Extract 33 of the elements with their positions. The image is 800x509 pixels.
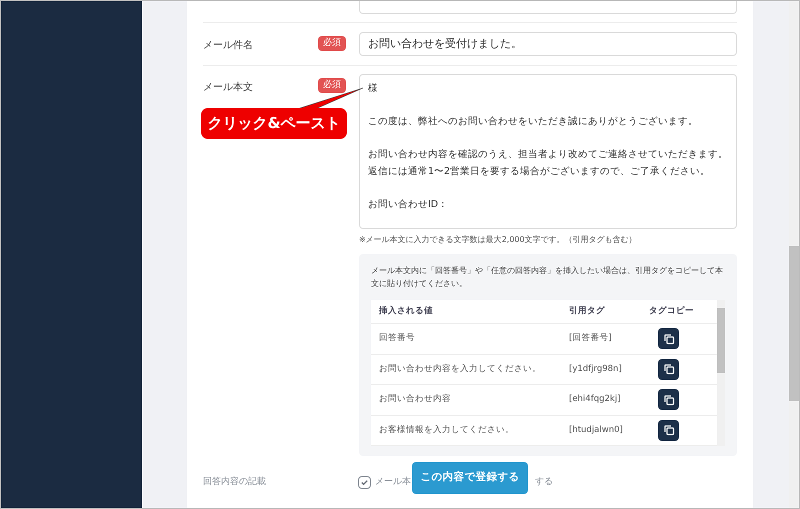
input-field[interactable] (359, 1, 737, 14)
table-cell-text: [回答番号] (568, 332, 613, 346)
textarea-field[interactable]: 様 この度は、弊社へのお問い合わせをいただき誠にありがとうございます。 お問い合わせ内容を確認のうえ、担当者より改めてご連絡させていただきます。 返信には通常1〜2営業日を要する場合がございますので、ご了承ください。 お問い合わせID： (359, 74, 737, 229)
field-label: 回答内容の記載 (203, 476, 267, 489)
table-cell-text: [htudjalwn0] (568, 424, 624, 437)
table-cell-text: お問い合わせ内容を入力してください。 (378, 362, 542, 376)
table-cell-text: お問い合わせ内容 (378, 393, 452, 406)
input-field[interactable]: お問い合わせを受付けました。 (359, 32, 737, 56)
checkbox-label: する (535, 476, 553, 489)
note-text: ※メール本文に入力できる文字数は最大2,000文字です。（引用タグも含む） (359, 234, 638, 246)
field-label: メール件名 (203, 39, 254, 53)
field-label: メール本文 (203, 80, 254, 95)
column-header: 引用タグ (568, 305, 606, 318)
table-cell-text: 回答番号 (378, 332, 416, 346)
table-cell-text: [ehi4fqg2kj] (568, 393, 622, 406)
checkbox-label: メール本 (375, 476, 411, 489)
copy-icon (662, 363, 674, 376)
table-cell-text: [y1dfjrg98n] (568, 362, 623, 376)
required-tag: 必須 (318, 36, 346, 51)
copy-button[interactable] (658, 358, 679, 380)
required-tag: 必須 (318, 78, 346, 93)
column-header: 挿入される値 (378, 305, 434, 318)
panel-description: メール本文内に「回答番号」や「任意の回答内容」を挿入したい場合は、引用タグをコピーして本文に貼り付けてください。 (371, 265, 724, 290)
copy-button[interactable] (658, 420, 679, 441)
checkbox[interactable] (358, 476, 371, 490)
table-cell-text: お客様情報を入力してください。 (378, 424, 515, 437)
copy-icon (662, 332, 674, 345)
copy-icon (662, 424, 674, 436)
copy-button[interactable] (658, 389, 679, 410)
copy-button[interactable] (658, 328, 679, 350)
column-header: タグコピー (648, 305, 694, 318)
copy-icon (662, 394, 674, 406)
check-icon (360, 478, 369, 488)
